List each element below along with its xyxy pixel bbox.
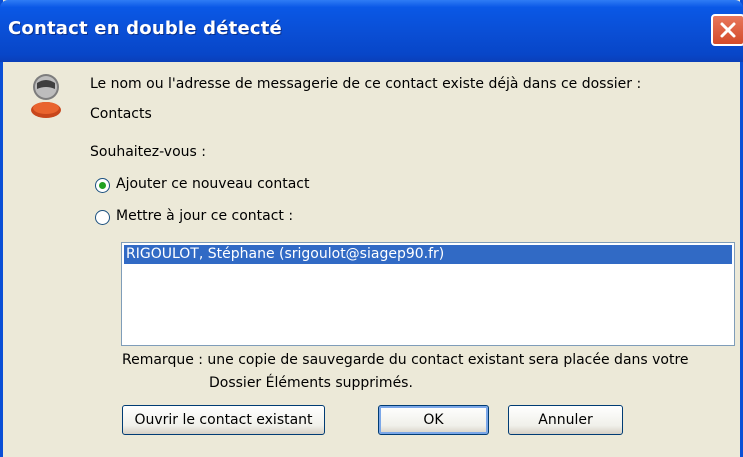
close-button[interactable] [711,14,743,46]
cancel-button[interactable]: Annuler [508,405,623,435]
dialog-window: Contact en double détecté Le nom ou l'ad… [0,0,743,457]
note-text-line2: Dossier Éléments supprimés. [209,375,413,391]
radio-add-new-contact[interactable] [95,178,110,193]
dialog-content: Le nom ou l'adresse de messagerie de ce … [3,62,740,457]
title-bar[interactable]: Contact en double détecté [0,0,743,62]
list-item[interactable]: RIGOULOT, Stéphane (srigoulot@siagep90.f… [124,245,732,264]
question-text: Souhaitez-vous : [90,144,206,160]
radio-update-contact[interactable] [95,210,110,225]
window-title: Contact en double détecté [8,18,282,39]
close-icon [720,22,736,38]
radio-selected-dot [99,182,106,189]
message-text: Le nom ou l'adresse de messagerie de ce … [90,76,642,92]
folder-name: Contacts [90,106,152,122]
option-add-new-contact-label[interactable]: Ajouter ce nouveau contact [116,176,309,192]
contact-person-icon [31,74,61,118]
ok-button[interactable]: OK [378,405,489,435]
note-text: Remarque : une copie de sauvegarde du co… [122,352,689,368]
contacts-listbox[interactable]: RIGOULOT, Stéphane (srigoulot@siagep90.f… [121,242,735,346]
option-update-contact-label[interactable]: Mettre à jour ce contact : [116,208,293,224]
open-existing-contact-button[interactable]: Ouvrir le contact existant [122,405,325,435]
